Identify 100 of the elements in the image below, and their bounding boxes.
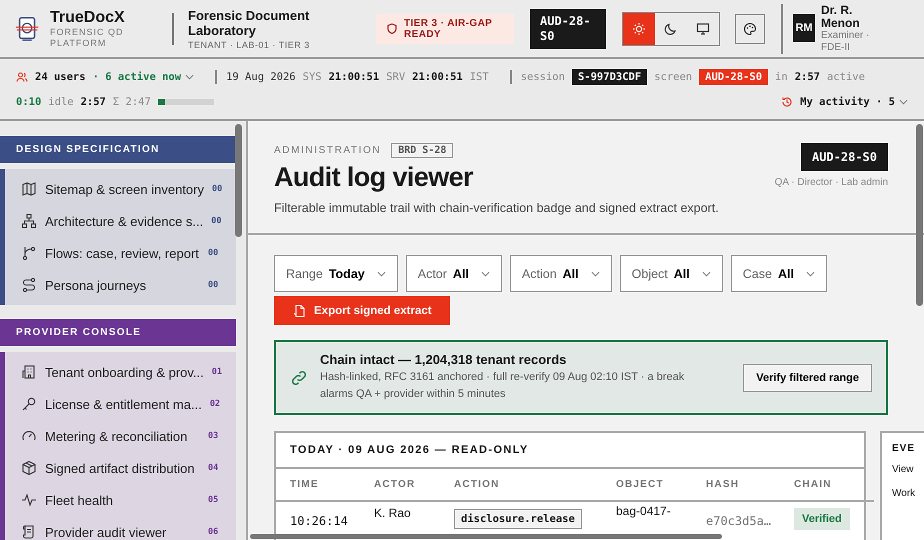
sun-icon — [632, 22, 646, 36]
item-count: 00 — [208, 248, 220, 258]
user-name: Dr. R. Menon — [821, 4, 861, 30]
session-id: S-997D3CDF — [572, 69, 648, 85]
horizontal-scrollbar-thumb[interactable] — [250, 534, 722, 539]
srv-label: SRV — [386, 71, 406, 83]
chevron-down-icon — [590, 270, 600, 276]
building-icon — [21, 364, 37, 380]
tier-label: TIER 3 · AIR-GAP READY — [404, 18, 494, 40]
sidebar-item[interactable]: License & entitlement ma... 02 — [5, 388, 236, 420]
time-cell-text: 10:26:14 — [290, 513, 349, 530]
key-icon — [21, 396, 37, 412]
chevron-down-icon — [480, 270, 490, 276]
section-eyebrow: ADMINISTRATION — [274, 145, 382, 156]
date: 19 Aug 2026 — [226, 71, 296, 83]
filter-dropdown[interactable]: Action All — [510, 255, 612, 292]
active-label: active — [826, 71, 865, 83]
filter-dropdown[interactable]: Object All — [620, 255, 723, 292]
item-count: 03 — [208, 431, 220, 441]
timezone: IST — [470, 71, 489, 83]
sidebar-item[interactable]: Fleet health 05 — [5, 484, 236, 516]
active-users-dropdown[interactable]: · 6 active now — [92, 71, 194, 83]
hash-cell-text: e70c3d5a… — [706, 513, 772, 530]
requirement-tag: BRD S-28 — [391, 143, 454, 158]
item-count: 02 — [210, 399, 222, 409]
sidebar-item[interactable]: Signed artifact distribution 04 — [5, 452, 236, 484]
item-count: 04 — [208, 463, 220, 473]
export-button[interactable]: Export signed extract — [274, 296, 450, 325]
sys-label: SYS — [302, 71, 322, 83]
palette-icon — [743, 22, 757, 36]
page-description: Filterable immutable trail with chain-verification badge and signed extract export. — [274, 201, 719, 215]
verify-range-button[interactable]: Verify filtered range — [743, 364, 872, 392]
sys-time: 21:00:51 — [328, 71, 380, 83]
column-header: ACTOR — [374, 469, 454, 502]
column-header: CHAIN — [794, 469, 874, 502]
filter-dropdown[interactable]: Range Today — [274, 255, 398, 292]
history-icon — [781, 96, 794, 108]
sidebar-item[interactable]: Provider audit viewer 06 — [5, 516, 236, 540]
sidebar-item[interactable]: Tenant onboarding & prov... 01 — [5, 356, 236, 388]
file-signature-icon — [292, 304, 306, 318]
sidebar-item[interactable]: Flows: case, review, report 00 — [5, 237, 236, 269]
total-time: Σ 2:47 — [112, 96, 151, 108]
chevron-down-icon — [702, 270, 711, 276]
sidebar-item[interactable]: Sitemap & screen inventory 00 — [5, 173, 236, 205]
sidebar-item[interactable]: Metering & reconciliation 03 — [5, 420, 236, 452]
actor-cell-text: K. Rao — [374, 505, 412, 522]
item-count: 06 — [208, 527, 220, 537]
route-icon — [21, 277, 37, 293]
column-header: HASH — [706, 469, 794, 502]
item-count: 00 — [211, 216, 222, 226]
idle-label: idle — [48, 96, 74, 108]
item-count: 05 — [208, 495, 220, 505]
sidebar-item[interactable]: Persona journeys 00 — [5, 269, 236, 301]
map-icon — [21, 181, 37, 197]
event-item: View — [892, 464, 914, 475]
chevron-down-icon — [899, 99, 908, 105]
screen-code-tag: AUD-28-S0 — [699, 69, 768, 85]
screen-label: screen — [654, 71, 692, 83]
users-icon — [16, 71, 28, 83]
chain-status-title: Chain intact — 1,204,318 tenant records — [320, 352, 568, 367]
chain-status-detail: Hash-linked, RFC 3161 anchored · full re-verify 09 Aug 02:10 IST · a break alarms QA + provider within 5 minutes — [320, 370, 686, 402]
lab-subtitle: TENANT · LAB-01 · TIER 3 — [188, 40, 311, 50]
user-count: 24 users — [35, 71, 86, 83]
monitor-icon — [696, 22, 710, 36]
brand-subtitle: FORENSIC QD PLATFORM — [50, 26, 125, 48]
section-header: PROVIDER CONSOLE — [0, 319, 236, 346]
item-count: 00 — [212, 184, 224, 194]
filter-dropdown[interactable]: Actor All — [406, 255, 502, 292]
brand-name: TrueDocX — [50, 8, 126, 26]
palette-button[interactable] — [735, 14, 765, 44]
chevron-down-icon — [376, 270, 386, 276]
in-label: in — [775, 71, 788, 83]
light-theme-button[interactable] — [623, 12, 655, 44]
hierarchy-icon — [21, 213, 37, 229]
roles-label: QA · Director · Lab admin — [774, 177, 888, 188]
screen-code: AUD-28-S0 — [800, 143, 888, 171]
object-cell-text: bag-0417- — [616, 503, 672, 520]
moon-icon — [664, 22, 678, 36]
column-header: OBJECT — [616, 469, 706, 502]
table-title: TODAY · 09 AUG 2026 — READ-ONLY — [276, 433, 864, 469]
package-icon — [21, 460, 37, 476]
pulse-icon — [21, 492, 37, 508]
shield-icon — [386, 22, 398, 34]
link-icon — [290, 368, 308, 386]
events-title: EVE — [892, 443, 916, 454]
flow-icon — [21, 245, 37, 261]
column-header: ACTION — [454, 469, 616, 502]
session-label: session — [520, 71, 565, 83]
sidebar-item[interactable]: Architecture & evidence s... 00 — [5, 205, 236, 237]
filter-dropdown[interactable]: Case All — [730, 255, 827, 292]
event-item: Work — [892, 488, 916, 499]
active-time: 0:10 — [16, 96, 42, 108]
scrollbar-thumb[interactable] — [235, 124, 242, 237]
scrollbar-thumb[interactable] — [916, 124, 923, 306]
verified-badge: Verified — [794, 508, 850, 530]
user-role: Examiner · FDE-II — [821, 30, 870, 54]
lab-name: Forensic Document Laboratory — [188, 8, 310, 38]
user-avatar: RM — [793, 14, 815, 42]
chevron-down-icon — [806, 270, 815, 276]
my-activity-dropdown[interactable]: My activity · 5 — [800, 96, 908, 108]
